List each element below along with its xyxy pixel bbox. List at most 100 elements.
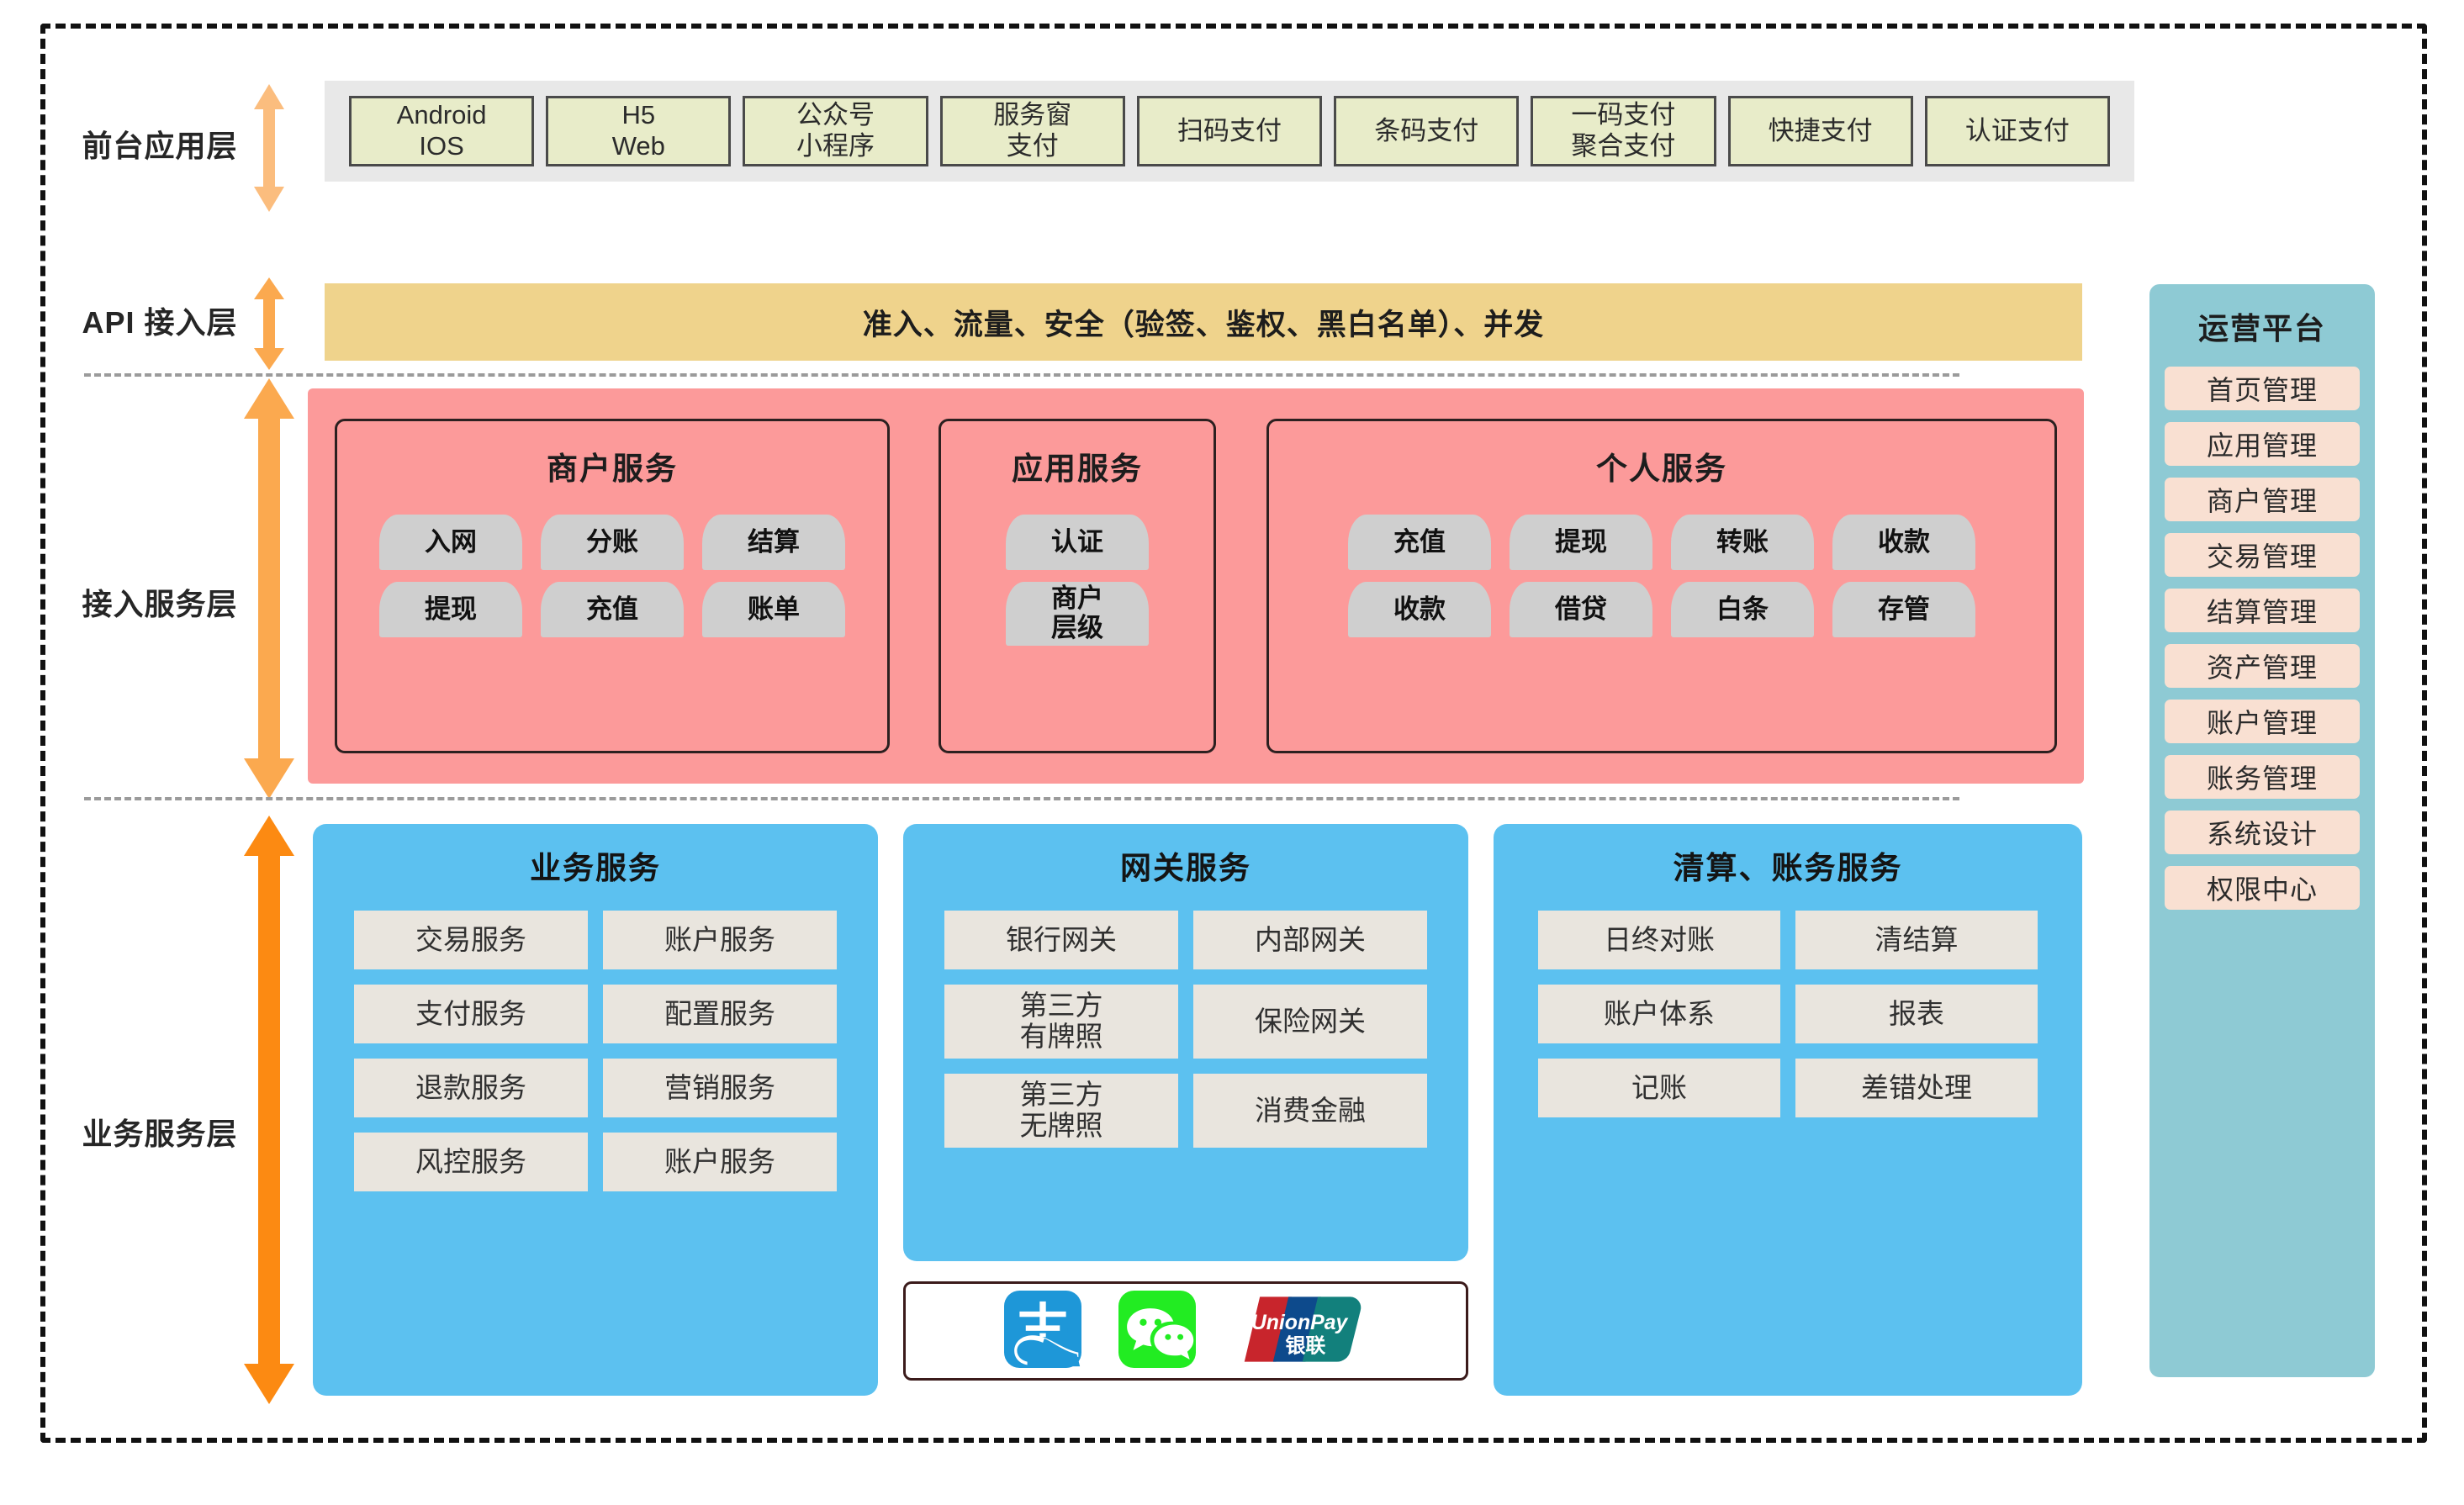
app-box[interactable]: H5 Web (546, 96, 732, 166)
app-box-line1: 认证支付 (1964, 115, 2070, 145)
business-panel-title: 网关服务 (1120, 851, 1251, 885)
app-box-line1: 扫码支付 (1176, 115, 1282, 145)
ops-item-transaction-management[interactable]: 交易管理 (2165, 533, 2360, 577)
ops-item-merchant-management[interactable]: 商户管理 (2165, 478, 2360, 521)
service-tile[interactable]: 清结算 (1795, 911, 2038, 969)
app-box[interactable]: 公众号 小程序 (743, 96, 928, 166)
business-panel-title: 清算、账务服务 (1673, 851, 1903, 885)
ops-item-asset-management[interactable]: 资产管理 (2165, 644, 2360, 688)
access-card-title: 个人服务 (1596, 452, 1727, 486)
business-layer-arrow-icon (242, 816, 296, 1404)
unionpay-icon: UnionPay 银联 (1233, 1291, 1367, 1372)
service-tile[interactable]: 第三方 无牌照 (944, 1074, 1178, 1148)
service-tile[interactable]: 报表 (1795, 985, 2038, 1043)
business-panel-clearing: 清算、账务服务 日终对账 清结算 账户体系 报表 记账 差错处理 (1494, 824, 2082, 1396)
service-chip[interactable]: 收款 (1348, 582, 1491, 637)
service-tile[interactable]: 差错处理 (1795, 1059, 2038, 1117)
service-chip[interactable]: 认证 (1006, 515, 1149, 570)
service-chip[interactable]: 结算 (702, 515, 845, 570)
app-box[interactable]: 一码支付 聚合支付 (1531, 96, 1716, 166)
app-box[interactable]: Android IOS (349, 96, 535, 166)
app-box[interactable]: 服务窗 支付 (939, 96, 1125, 166)
app-box-line2: 小程序 (796, 131, 875, 161)
access-card-application: 应用服务 认证 商户 层级 (939, 419, 1216, 753)
service-chip[interactable]: 白条 (1671, 582, 1814, 637)
operations-platform-title: 运营平台 (2197, 311, 2326, 346)
service-chip[interactable]: 存管 (1832, 582, 1975, 637)
service-tile[interactable]: 配置服务 (603, 985, 837, 1043)
service-tile[interactable]: 保险网关 (1193, 985, 1427, 1059)
service-tile[interactable]: 账户服务 (603, 911, 837, 969)
app-box[interactable]: 认证支付 (1924, 96, 2110, 166)
operations-platform-panel: 运营平台 首页管理 应用管理 商户管理 交易管理 结算管理 资产管理 账户管理 … (2149, 284, 2375, 1377)
architecture-diagram: 前台应用层 API 接入层 接入服务层 业务服务层 Android IOS H5… (0, 0, 2464, 1505)
service-tile[interactable]: 营销服务 (603, 1059, 837, 1117)
business-panel-gateway: 网关服务 银行网关 内部网关 第三方 有牌照 保险网关 第三方 无牌照 消费金融 (903, 824, 1468, 1261)
service-tile[interactable]: 交易服务 (354, 911, 588, 969)
app-box-line2: IOS (419, 131, 464, 161)
service-chip[interactable]: 借贷 (1510, 582, 1652, 637)
service-chip[interactable]: 转账 (1671, 515, 1814, 570)
frontend-application-strip: Android IOS H5 Web 公众号 小程序 服务窗 支付 扫码支付 条… (325, 81, 2134, 182)
ops-item-application-management[interactable]: 应用管理 (2165, 422, 2360, 466)
service-chip[interactable]: 充值 (541, 582, 684, 637)
payment-logo-strip: UnionPay 银联 (903, 1281, 1468, 1381)
layer-label-business: 业务服务层 (82, 1117, 238, 1151)
app-box[interactable]: 扫码支付 (1136, 96, 1323, 166)
wechat-pay-icon (1118, 1290, 1196, 1372)
service-tile[interactable]: 账户服务 (603, 1133, 837, 1191)
service-tile[interactable]: 银行网关 (944, 911, 1178, 969)
app-box-line1: H5 (621, 100, 656, 130)
access-card-personal: 个人服务 充值 提现 转账 收款 收款 借贷 白条 存管 (1266, 419, 2057, 753)
access-layer-arrow-icon (242, 378, 296, 799)
layer-label-access: 接入服务层 (82, 587, 238, 621)
ops-item-finance-management[interactable]: 账务管理 (2165, 755, 2360, 799)
service-tile[interactable]: 内部网关 (1193, 911, 1427, 969)
access-service-layer: 商户服务 入网 分账 结算 提现 充值 账单 应用服务 认证 商户 层级 个人服… (308, 388, 2084, 784)
service-tile[interactable]: 日终对账 (1538, 911, 1780, 969)
ops-item-home-management[interactable]: 首页管理 (2165, 367, 2360, 410)
api-layer-arrow-icon (252, 277, 286, 370)
service-chip[interactable]: 商户 层级 (1006, 582, 1149, 646)
ops-item-account-management[interactable]: 账户管理 (2165, 700, 2360, 743)
service-chip[interactable]: 收款 (1832, 515, 1975, 570)
service-tile[interactable]: 账户体系 (1538, 985, 1780, 1043)
service-tile[interactable]: 支付服务 (354, 985, 588, 1043)
service-tile[interactable]: 风控服务 (354, 1133, 588, 1191)
service-tile[interactable]: 记账 (1538, 1059, 1780, 1117)
service-chip[interactable]: 分账 (541, 515, 684, 570)
ops-item-permission-center[interactable]: 权限中心 (2165, 866, 2360, 910)
service-tile[interactable]: 退款服务 (354, 1059, 588, 1117)
service-tile[interactable]: 第三方 有牌照 (944, 985, 1178, 1059)
app-box-line2: 聚合支付 (1571, 131, 1676, 161)
app-box[interactable]: 条码支付 (1334, 96, 1520, 166)
business-panel-service: 业务服务 交易服务 账户服务 支付服务 配置服务 退款服务 营销服务 风控服务 … (313, 824, 878, 1396)
app-box-line1: 条码支付 (1374, 115, 1479, 145)
access-card-merchant: 商户服务 入网 分账 结算 提现 充值 账单 (335, 419, 890, 753)
layer-label-api: API 接入层 (82, 305, 238, 340)
app-box-line1: Android (396, 100, 487, 130)
app-box-line1: 公众号 (796, 100, 875, 130)
unionpay-latin-text: UnionPay (1251, 1312, 1349, 1334)
frontend-layer-arrow-icon (252, 84, 286, 212)
api-access-band: 准入、流量、安全（验签、鉴权、黑白名单）、并发 (325, 283, 2082, 361)
divider-access-business (84, 797, 1959, 800)
service-chip[interactable]: 充值 (1348, 515, 1491, 570)
layer-label-frontend: 前台应用层 (82, 129, 238, 163)
service-chip[interactable]: 提现 (379, 582, 522, 637)
app-box-line2: Web (611, 131, 665, 161)
divider-api-access (84, 373, 1959, 377)
app-box-line1: 快捷支付 (1768, 115, 1873, 145)
app-box-line1: 服务窗 (993, 100, 1072, 130)
service-chip[interactable]: 账单 (702, 582, 845, 637)
access-card-title: 商户服务 (547, 452, 678, 486)
app-box-line2: 支付 (1006, 131, 1059, 161)
app-box[interactable]: 快捷支付 (1727, 96, 1913, 166)
service-chip[interactable]: 入网 (379, 515, 522, 570)
business-panel-title: 业务服务 (530, 851, 661, 885)
service-tile[interactable]: 消费金融 (1193, 1074, 1427, 1148)
ops-item-settlement-management[interactable]: 结算管理 (2165, 589, 2360, 632)
ops-item-system-design[interactable]: 系统设计 (2165, 811, 2360, 854)
service-chip[interactable]: 提现 (1510, 515, 1652, 570)
access-card-title: 应用服务 (1012, 452, 1143, 486)
